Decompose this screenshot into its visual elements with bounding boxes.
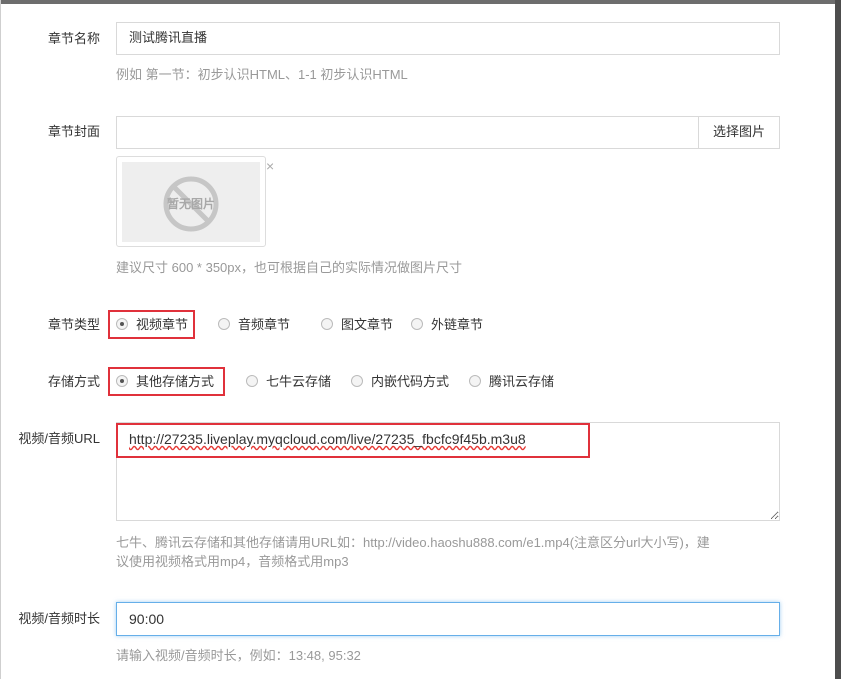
radio-text-chapter[interactable] [321,318,333,330]
chapter-type-label: 章节类型 [47,317,100,332]
media-duration-input[interactable]: 90:00 [116,602,780,636]
radio-link-chapter[interactable] [411,318,423,330]
chapter-cover-help: 建议尺寸 600 * 350px，也可根据自己的实际情况做图片尺寸 [116,260,463,275]
radio-audio-chapter-label[interactable]: 音频章节 [238,315,290,335]
media-duration-label: 视频/音频时长 [18,611,100,626]
window-right-border [835,0,841,679]
storage-method-highlight-box [108,367,225,396]
radio-tencent-storage[interactable] [469,375,481,387]
cover-thumbnail: 暂无图片 [116,156,266,247]
radio-audio-chapter[interactable] [218,318,230,330]
media-url-highlight-box [116,423,590,458]
media-duration-help: 请输入视频/音频时长，例如：13:48, 95:32 [116,648,361,663]
radio-qiniu-storage-label[interactable]: 七牛云存储 [266,372,331,392]
no-image-icon: 暂无图片 [163,176,219,232]
window-left-border [0,0,1,679]
select-image-button[interactable]: 选择图片 [698,116,780,149]
storage-method-label: 存储方式 [47,374,100,389]
cover-placeholder: 暂无图片 [122,162,260,242]
radio-qiniu-storage[interactable] [246,375,258,387]
radio-link-chapter-label[interactable]: 外链章节 [431,315,483,335]
chapter-cover-label: 章节封面 [47,124,100,139]
chapter-name-input[interactable]: 测试腾讯直播 [116,22,780,55]
radio-embed-code[interactable] [351,375,363,387]
window-top-border [0,0,841,4]
radio-embed-code-label[interactable]: 内嵌代码方式 [371,372,449,392]
radio-text-chapter-label[interactable]: 图文章节 [341,315,393,335]
no-image-text: 暂无图片 [167,196,215,211]
media-url-label: 视频/音频URL [18,431,100,446]
radio-tencent-storage-label[interactable]: 腾讯云存储 [489,372,554,392]
media-url-help-line2: 议使用视频格式用mp4，音频格式用mp3 [116,554,349,569]
chapter-name-help: 例如 第一节：初步认识HTML、1-1 初步认识HTML [116,67,408,82]
media-url-help-line1: 七牛、腾讯云存储和其他存储请用URL如：http://video.haoshu8… [116,535,710,550]
chapter-cover-input[interactable] [116,116,699,149]
chapter-type-highlight-box [108,310,195,339]
chapter-name-label: 章节名称 [47,31,100,46]
remove-cover-icon[interactable]: × [266,159,274,173]
